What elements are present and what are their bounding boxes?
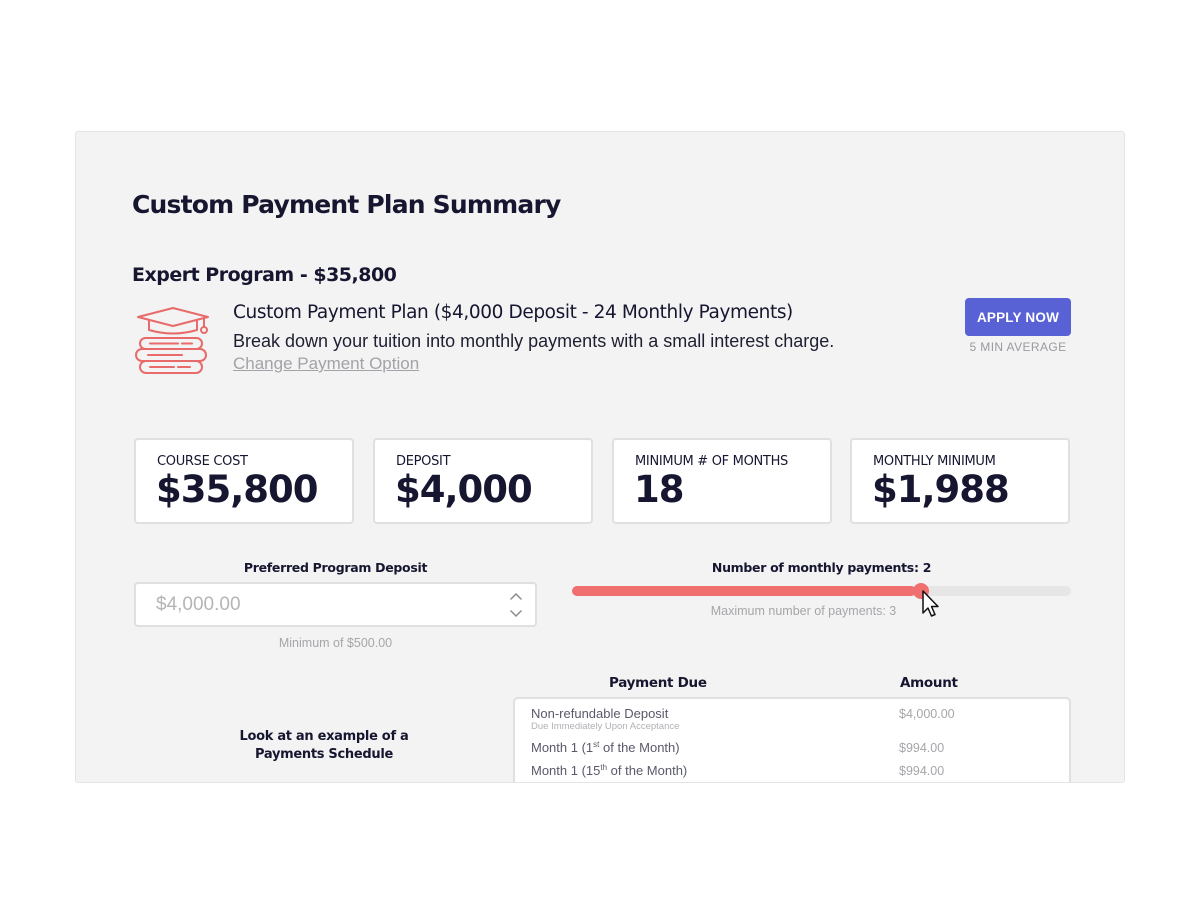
stat-deposit: DEPOSIT $4,000 [373,438,593,524]
stat-value: $1,988 [872,468,1010,511]
schedule-row-amount: $4,000.00 [899,707,955,721]
label-text: Month 1 (1 [531,740,594,755]
stepper-icon[interactable] [508,591,524,619]
schedule-row-amount: $994.00 [899,764,945,778]
deposit-input[interactable] [134,582,537,627]
stat-value: 18 [634,468,684,511]
payments-hint: Maximum number of payments: 3 [710,604,897,618]
stat-monthly-minimum: MONTHLY MINIMUM $1,988 [850,438,1070,524]
apply-time-estimate: 5 MIN AVERAGE [969,340,1067,354]
payments-count-label: Number of monthly payments: 2 [711,560,932,575]
label-text: of the Month) [599,740,680,755]
page-title: Custom Payment Plan Summary [132,190,561,219]
caption-line: Payments Schedule [255,747,393,762]
payments-slider[interactable] [572,586,1071,596]
change-payment-option-link[interactable]: Change Payment Option [233,354,419,374]
plan-description: Break down your tuition into monthly pay… [233,331,835,351]
stat-minimum-months: MINIMUM # OF MONTHS 18 [612,438,832,524]
column-header-payment-due: Payment Due [609,675,707,691]
apply-now-button[interactable]: APPLY NOW [965,298,1071,336]
schedule-example-caption: Look at an example of a Payments Schedul… [224,728,424,764]
graduation-books-icon [135,307,209,374]
plan-title: Custom Payment Plan ($4,000 Deposit - 24… [233,302,793,323]
schedule-row-label: Month 1 (1st of the Month) [531,740,680,755]
payment-plan-panel: Custom Payment Plan Summary Expert Progr… [75,131,1125,783]
schedule-row-sublabel: Due Immediately Upon Acceptance [531,721,680,732]
stat-value: $35,800 [156,468,319,511]
caption-line: Look at an example of a [239,729,409,744]
schedule-row-amount: $994.00 [899,741,945,755]
schedule-row-label: Non-refundable Deposit [531,706,669,721]
program-title: Expert Program - $35,800 [132,264,397,286]
column-header-amount: Amount [900,675,958,691]
label-text: Month 1 (15 [531,763,601,778]
stat-value: $4,000 [395,468,533,511]
slider-fill [572,586,916,596]
payment-schedule-table: Non-refundable Deposit Due Immediately U… [513,697,1071,782]
stat-label: MONTHLY MINIMUM [873,454,996,469]
stat-course-cost: COURSE COST $35,800 [134,438,354,524]
schedule-row-label: Month 1 (15th of the Month) [531,763,687,778]
label-text: of the Month) [607,763,688,778]
stat-label: COURSE COST [157,454,248,469]
mouse-cursor-icon [922,590,939,617]
stat-label: MINIMUM # OF MONTHS [635,454,788,469]
stat-label: DEPOSIT [396,454,451,469]
deposit-hint: Minimum of $500.00 [278,636,393,650]
deposit-field-label: Preferred Program Deposit [243,560,428,575]
